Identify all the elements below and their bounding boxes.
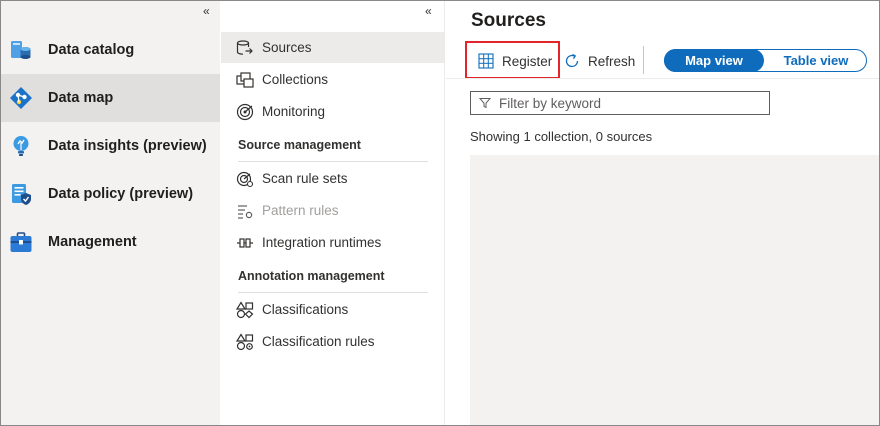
mid-item-classifications[interactable]: Classifications	[221, 294, 445, 325]
mid-item-label: Sources	[262, 40, 312, 55]
register-label: Register	[502, 53, 553, 69]
mid-item-label: Classification rules	[262, 334, 375, 349]
collections-icon	[236, 71, 254, 88]
section-header-annotation-management: Annotation management	[238, 269, 385, 283]
classification-rules-icon	[236, 332, 254, 350]
mid-item-label: Scan rule sets	[262, 171, 348, 186]
secondary-nav: « Sources Collections Monitoring Source …	[221, 1, 445, 425]
nav-item-data-insights[interactable]: Data insights (preview)	[1, 122, 220, 170]
refresh-icon	[565, 53, 579, 68]
nav-item-data-catalog[interactable]: Data catalog	[1, 26, 220, 74]
management-icon	[10, 232, 32, 252]
filter-box	[470, 91, 770, 115]
nav-item-data-map[interactable]: Data map	[1, 74, 220, 122]
classifications-icon	[236, 300, 254, 318]
mid-item-integration-runtimes[interactable]: Integration runtimes	[221, 227, 445, 258]
refresh-button[interactable]: Refresh	[563, 51, 635, 71]
filter-icon	[479, 98, 491, 109]
mid-item-label: Pattern rules	[262, 203, 339, 218]
map-canvas[interactable]	[470, 155, 879, 425]
mid-item-pattern-rules: Pattern rules	[221, 195, 445, 226]
mid-item-label: Integration runtimes	[262, 235, 382, 250]
mid-item-sources[interactable]: Sources	[221, 32, 445, 63]
left-nav: « Data catalog Data map Data insights (p…	[1, 1, 220, 425]
left-nav-collapse-icon[interactable]: «	[203, 4, 210, 18]
data-insights-icon	[13, 136, 29, 156]
section-divider	[238, 161, 428, 162]
monitoring-icon	[236, 103, 254, 120]
app-window: « Data catalog Data map Data insights (p…	[0, 0, 880, 426]
filter-input[interactable]	[499, 94, 764, 112]
toolbar-separator	[643, 46, 644, 74]
grid-register-icon	[478, 53, 494, 69]
nav-item-label: Data catalog	[48, 42, 135, 58]
mid-item-scan-rule-sets[interactable]: Scan rule sets	[221, 163, 445, 194]
nav-item-label: Management	[48, 234, 137, 250]
mid-item-label: Collections	[262, 72, 329, 87]
mid-item-label: Monitoring	[262, 104, 326, 119]
table-view-option[interactable]: Table view	[765, 49, 867, 72]
nav-item-management[interactable]: Management	[1, 218, 220, 266]
map-view-option[interactable]: Map view	[664, 49, 764, 72]
toolbar-divider	[446, 78, 879, 79]
pattern-rules-icon	[238, 204, 253, 219]
mid-item-collections[interactable]: Collections	[221, 64, 445, 95]
scan-rule-sets-icon	[236, 171, 254, 187]
nav-item-data-policy[interactable]: Data policy (preview)	[1, 170, 220, 218]
section-divider	[238, 292, 428, 293]
view-toggle: Map view Table view	[664, 49, 867, 72]
integration-runtimes-icon	[237, 237, 253, 248]
mid-item-monitoring[interactable]: Monitoring	[221, 96, 445, 127]
main-content: Sources Register Refresh Map view Table …	[446, 1, 879, 425]
register-button[interactable]: Register	[477, 51, 552, 71]
data-map-icon	[10, 87, 32, 109]
data-catalog-icon	[11, 41, 31, 59]
secondary-nav-collapse-icon[interactable]: «	[425, 4, 432, 18]
page-title: Sources	[471, 10, 546, 31]
nav-item-label: Data policy (preview)	[48, 186, 194, 202]
data-policy-icon	[12, 184, 31, 205]
nav-item-label: Data map	[48, 90, 114, 106]
nav-item-label: Data insights (preview)	[48, 138, 207, 154]
mid-item-label: Classifications	[262, 302, 349, 317]
section-header-source-management: Source management	[238, 138, 361, 152]
mid-item-classification-rules[interactable]: Classification rules	[221, 326, 445, 357]
refresh-label: Refresh	[588, 53, 636, 69]
sources-icon	[236, 39, 253, 55]
status-text: Showing 1 collection, 0 sources	[470, 129, 653, 144]
